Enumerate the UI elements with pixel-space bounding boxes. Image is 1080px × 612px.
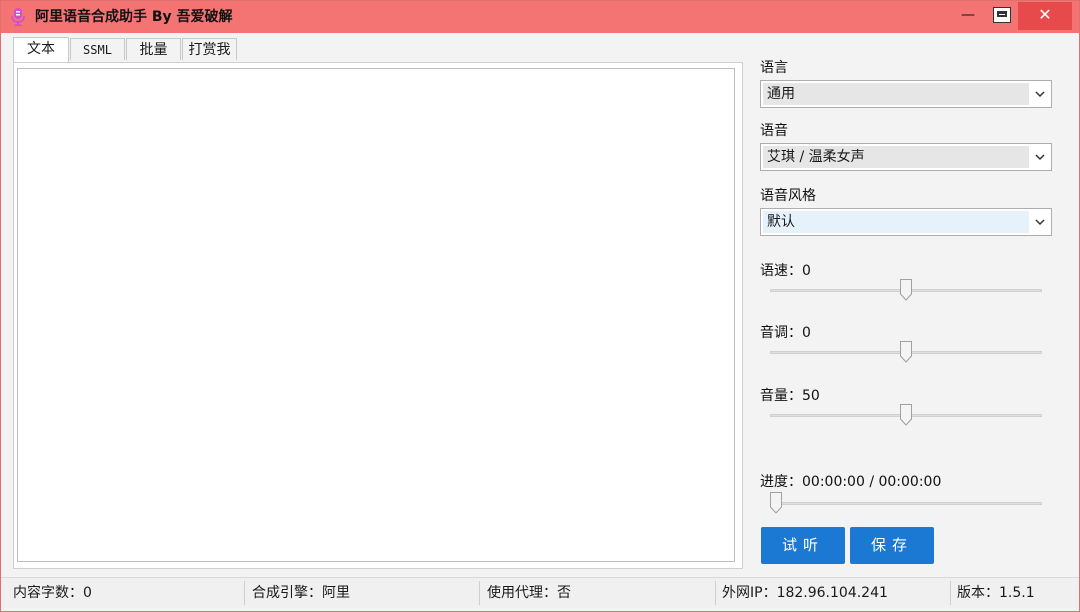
style-select[interactable]: 默认 — [760, 208, 1052, 236]
volume-thumb[interactable] — [900, 404, 912, 426]
style-label: 语音风格 — [760, 188, 816, 204]
status-char-count: 内容字数：0 — [13, 585, 92, 601]
maximize-icon — [993, 7, 1011, 23]
language-label: 语言 — [760, 60, 788, 76]
close-button[interactable]: ✕ — [1018, 2, 1072, 30]
status-bar: 内容字数：0 合成引擎：阿里 使用代理：否 外网IP：182.96.104.24… — [1, 577, 1079, 608]
progress-slider[interactable] — [770, 492, 1042, 514]
speed-label: 语速：0 — [760, 263, 811, 279]
volume-slider[interactable] — [770, 404, 1042, 426]
pitch-label: 音调：0 — [760, 325, 811, 341]
chevron-down-icon — [1035, 154, 1045, 161]
progress-label: 进度：00:00:00 / 00:00:00 — [760, 474, 942, 490]
voice-label: 语音 — [760, 123, 788, 139]
maximize-button[interactable] — [986, 2, 1016, 30]
window-title: 阿里语音合成助手 By 吾爱破解 — [35, 9, 233, 25]
status-ip: 外网IP：182.96.104.241 — [722, 585, 888, 601]
tab-text[interactable]: 文本 — [13, 37, 69, 62]
tab-ssml[interactable]: SSML — [70, 38, 125, 60]
minimize-button[interactable]: — — [950, 2, 986, 30]
status-divider — [479, 581, 480, 605]
pitch-thumb[interactable] — [900, 341, 912, 363]
status-version: 版本：1.5.1 — [957, 585, 1035, 601]
app-window: 阿里语音合成助手 By 吾爱破解 — ✕ 文本 SSML 批量 打赏我 语言 通… — [0, 0, 1080, 612]
volume-label: 音量：50 — [760, 388, 820, 404]
progress-thumb[interactable] — [770, 492, 782, 514]
voice-value: 艾琪 / 温柔女声 — [763, 146, 1029, 168]
microphone-icon — [11, 8, 25, 26]
chevron-down-icon — [1035, 91, 1045, 98]
voice-select[interactable]: 艾琪 / 温柔女声 — [760, 143, 1052, 171]
status-engine: 合成引擎：阿里 — [252, 585, 350, 601]
speed-slider[interactable] — [770, 279, 1042, 301]
speed-thumb[interactable] — [900, 279, 912, 301]
status-proxy: 使用代理：否 — [487, 585, 571, 601]
pitch-slider[interactable] — [770, 341, 1042, 363]
tab-panel — [13, 62, 743, 569]
progress-track — [770, 502, 1042, 505]
text-input[interactable] — [17, 68, 735, 562]
preview-button[interactable]: 试听 — [761, 527, 845, 564]
language-select[interactable]: 通用 — [760, 80, 1052, 108]
tab-donate[interactable]: 打赏我 — [182, 38, 237, 60]
style-value: 默认 — [763, 211, 1029, 233]
title-bar[interactable]: 阿里语音合成助手 By 吾爱破解 — ✕ — [1, 1, 1079, 33]
tab-batch[interactable]: 批量 — [126, 38, 181, 60]
language-value: 通用 — [763, 83, 1029, 105]
chevron-down-icon — [1035, 219, 1045, 226]
save-button[interactable]: 保存 — [850, 527, 934, 564]
status-divider — [244, 581, 245, 605]
